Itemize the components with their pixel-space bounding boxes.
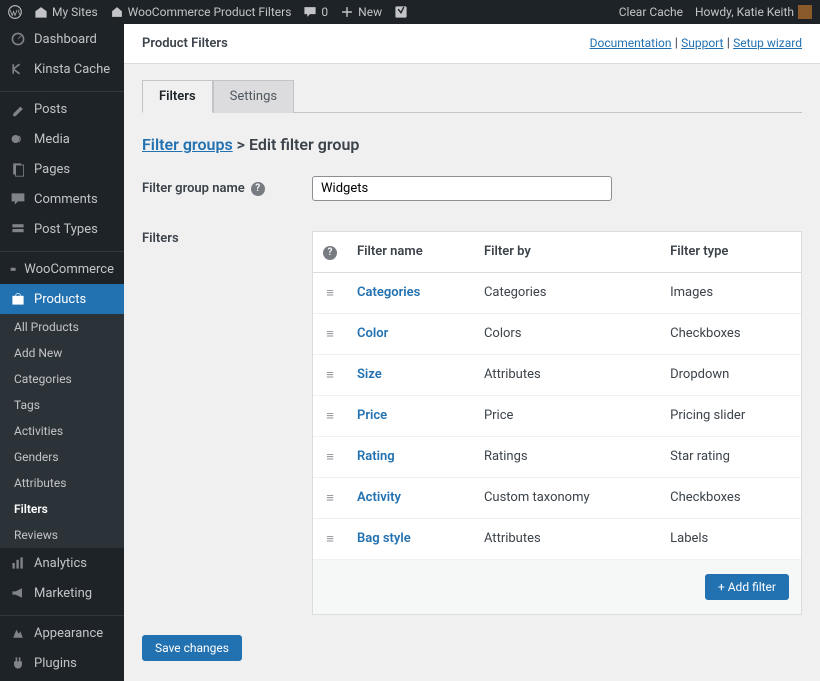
submenu-categories[interactable]: Categories <box>0 366 124 392</box>
filter-name-link[interactable]: Color <box>357 326 388 341</box>
setup-wizard-link[interactable]: Setup wizard <box>733 36 802 50</box>
wp-logo-icon[interactable] <box>8 5 22 19</box>
drag-handle-icon[interactable]: ≡ <box>326 286 334 301</box>
products-submenu: All Products Add New Categories Tags Act… <box>0 314 124 548</box>
table-row: ≡ Color Colors Checkboxes <box>313 313 801 354</box>
sidebar-item-products[interactable]: Products <box>0 284 124 314</box>
filter-by-cell: Ratings <box>474 436 660 477</box>
sidebar-item-comments[interactable]: Comments <box>0 184 124 214</box>
header-links: Documentation | Support | Setup wizard <box>590 36 802 51</box>
drag-handle-icon[interactable]: ≡ <box>326 491 334 506</box>
new-link[interactable]: New <box>340 5 382 19</box>
sidebar-item-pages[interactable]: Pages <box>0 154 124 184</box>
drag-handle-icon[interactable]: ≡ <box>326 327 334 342</box>
table-row: ≡ Size Attributes Dropdown <box>313 354 801 395</box>
filter-name-link[interactable]: Price <box>357 408 387 423</box>
submenu-tags[interactable]: Tags <box>0 392 124 418</box>
filter-type-cell: Checkboxes <box>660 313 801 354</box>
table-row: ≡ Activity Custom taxonomy Checkboxes <box>313 477 801 518</box>
filter-name-link[interactable]: Bag style <box>357 531 411 546</box>
my-sites-link[interactable]: My Sites <box>34 5 98 19</box>
tabs: Filters Settings <box>142 80 802 113</box>
save-changes-button[interactable]: Save changes <box>142 635 242 661</box>
page-title: Product Filters <box>142 36 228 51</box>
sidebar-item-dashboard[interactable]: Dashboard <box>0 24 124 54</box>
breadcrumb-link[interactable]: Filter groups <box>142 135 233 154</box>
filter-by-cell: Attributes <box>474 518 660 559</box>
sidebar-item-media[interactable]: Media <box>0 124 124 154</box>
sidebar-item-posttypes[interactable]: Post Types <box>0 214 124 244</box>
documentation-link[interactable]: Documentation <box>590 36 672 50</box>
sidebar-item-marketing[interactable]: Marketing <box>0 578 124 608</box>
col-filter-by: Filter by <box>474 232 660 272</box>
submenu-all-products[interactable]: All Products <box>0 314 124 340</box>
drag-handle-icon[interactable]: ≡ <box>326 368 334 383</box>
col-filter-type: Filter type <box>660 232 801 272</box>
breadcrumb: Filter groups > Edit filter group <box>142 135 802 154</box>
main-content: Product Filters Documentation | Support … <box>124 24 820 681</box>
submenu-genders[interactable]: Genders <box>0 444 124 470</box>
filter-type-cell: Pricing slider <box>660 395 801 436</box>
filter-name-link[interactable]: Categories <box>357 285 420 300</box>
filter-by-cell: Attributes <box>474 354 660 395</box>
avatar <box>798 5 812 19</box>
yoast-icon[interactable] <box>394 5 408 19</box>
sidebar-item-kinsta[interactable]: Kinsta Cache <box>0 54 124 84</box>
table-row: ≡ Rating Ratings Star rating <box>313 436 801 477</box>
filter-by-cell: Colors <box>474 313 660 354</box>
admin-sidebar: Dashboard Kinsta Cache Posts Media Pages… <box>0 24 124 681</box>
howdy-link[interactable]: Howdy, Katie Keith <box>695 5 812 19</box>
submenu-filters[interactable]: Filters <box>0 496 124 522</box>
drag-handle-icon[interactable]: ≡ <box>326 532 334 547</box>
table-row: ≡ Categories Categories Images <box>313 272 801 313</box>
sidebar-item-appearance[interactable]: Appearance <box>0 618 124 648</box>
table-row: ≡ Price Price Pricing slider <box>313 395 801 436</box>
site-name-link[interactable]: WooCommerce Product Filters <box>110 5 292 19</box>
breadcrumb-current: Edit filter group <box>249 135 359 154</box>
sidebar-item-plugins[interactable]: Plugins <box>0 648 124 678</box>
submenu-reviews[interactable]: Reviews <box>0 522 124 548</box>
table-row: ≡ Bag style Attributes Labels <box>313 518 801 559</box>
submenu-attributes[interactable]: Attributes <box>0 470 124 496</box>
comments-link[interactable]: 0 <box>303 5 328 19</box>
filters-table: ? Filter name Filter by Filter type ≡ Ca… <box>312 231 802 615</box>
filter-type-cell: Labels <box>660 518 801 559</box>
col-filter-name: Filter name <box>347 232 474 272</box>
filter-name-link[interactable]: Rating <box>357 449 395 464</box>
group-name-label: Filter group name ? <box>142 181 312 196</box>
drag-handle-icon[interactable]: ≡ <box>326 409 334 424</box>
sidebar-item-posts[interactable]: Posts <box>0 94 124 124</box>
sidebar-item-woocommerce[interactable]: WooCommerce <box>0 254 124 284</box>
add-filter-button[interactable]: + Add filter <box>705 574 789 600</box>
support-link[interactable]: Support <box>681 36 723 50</box>
help-icon[interactable]: ? <box>323 246 337 260</box>
admin-bar: My Sites WooCommerce Product Filters 0 N… <box>0 0 820 24</box>
filter-type-cell: Star rating <box>660 436 801 477</box>
submenu-add-new[interactable]: Add New <box>0 340 124 366</box>
filter-name-link[interactable]: Size <box>357 367 382 382</box>
sidebar-item-analytics[interactable]: Analytics <box>0 548 124 578</box>
tab-filters[interactable]: Filters <box>142 80 213 113</box>
filters-label: Filters <box>142 231 312 246</box>
drag-handle-icon[interactable]: ≡ <box>326 450 334 465</box>
tab-settings[interactable]: Settings <box>213 80 294 113</box>
filter-by-cell: Categories <box>474 272 660 313</box>
filter-by-cell: Price <box>474 395 660 436</box>
clear-cache-link[interactable]: Clear Cache <box>619 5 683 19</box>
filter-by-cell: Custom taxonomy <box>474 477 660 518</box>
submenu-activities[interactable]: Activities <box>0 418 124 444</box>
filter-name-link[interactable]: Activity <box>357 490 401 505</box>
filter-type-cell: Images <box>660 272 801 313</box>
group-name-input[interactable] <box>312 176 612 201</box>
filter-type-cell: Dropdown <box>660 354 801 395</box>
help-icon[interactable]: ? <box>251 182 265 196</box>
filter-type-cell: Checkboxes <box>660 477 801 518</box>
